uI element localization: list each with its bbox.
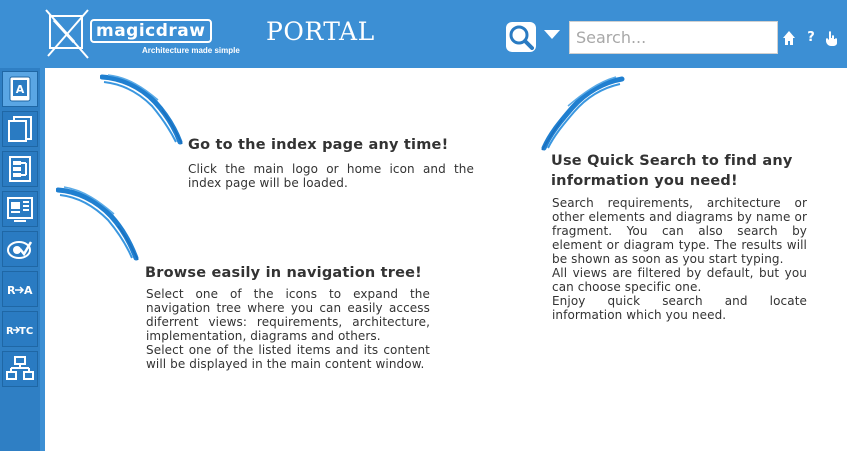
sidebar-item-others[interactable] bbox=[2, 231, 38, 267]
hint-nav-body: Select one of the icons to expand the na… bbox=[146, 287, 430, 371]
hint-search-text-2: All views are filtered by default, but y… bbox=[552, 266, 807, 294]
logo[interactable]: magicdraw Architecture made simple bbox=[44, 6, 244, 64]
hint-index-body: Click the main logo or home icon and the… bbox=[188, 162, 474, 190]
sidebar-item-requirements[interactable] bbox=[2, 111, 38, 147]
arrow-to-logo-icon bbox=[100, 74, 183, 145]
sidebar-item-req-testcase[interactable]: R TC bbox=[2, 311, 38, 347]
document-icon bbox=[8, 116, 32, 142]
r-arrow-a-icon: R A bbox=[7, 284, 33, 297]
architecture-icon bbox=[9, 156, 31, 182]
top-bar: magicdraw Architecture made simple PORTA… bbox=[0, 0, 847, 68]
logo-text: magicdraw bbox=[90, 19, 212, 43]
hint-search-text-3: Enjoy quick search and locate informatio… bbox=[552, 294, 807, 322]
hint-index-title: Go to the index page any time! bbox=[188, 137, 449, 153]
arrow-to-search-icon bbox=[541, 76, 625, 151]
sidebar-item-implementation[interactable] bbox=[2, 191, 38, 227]
eye-check-icon bbox=[7, 241, 33, 259]
arrow-to-sidebar-icon bbox=[56, 186, 139, 261]
logo-mark-icon bbox=[45, 9, 89, 59]
sidebar-item-hierarchy[interactable] bbox=[2, 351, 38, 387]
hint-nav-title: Browse easily in navigation tree! bbox=[145, 265, 422, 281]
home-icon[interactable] bbox=[782, 30, 796, 46]
portal-title: PORTAL bbox=[266, 17, 375, 46]
sidebar-item-req-architecture[interactable]: R A bbox=[2, 271, 38, 307]
hint-search-body: Search requirements, architecture or oth… bbox=[552, 196, 807, 322]
implementation-icon bbox=[7, 197, 33, 222]
hint-search-text-1: Search requirements, architecture or oth… bbox=[552, 196, 807, 266]
hint-index-text: Click the main logo or home icon and the… bbox=[188, 162, 474, 190]
settings-icon[interactable] bbox=[824, 30, 838, 46]
hint-search-title: Use Quick Search to find any information… bbox=[551, 153, 793, 189]
hierarchy-icon bbox=[6, 356, 34, 380]
navigation-sidebar-strip: A R A R TC bbox=[0, 68, 40, 451]
svg-text:A: A bbox=[16, 83, 25, 96]
svg-text:R: R bbox=[6, 326, 14, 337]
sidebar-item-architecture[interactable] bbox=[2, 151, 38, 187]
svg-text:A: A bbox=[24, 284, 33, 297]
search-input[interactable] bbox=[569, 21, 778, 54]
r-arrow-tc-icon: R TC bbox=[6, 326, 33, 337]
logo-tagline: Architecture made simple bbox=[142, 46, 240, 55]
hint-nav-text-2: Select one of the listed items and its c… bbox=[146, 343, 430, 371]
svg-text:TC: TC bbox=[19, 326, 33, 337]
index-icon: A bbox=[9, 76, 31, 102]
svg-text:R: R bbox=[7, 284, 16, 297]
help-icon[interactable]: ? bbox=[804, 30, 818, 46]
search-filter-dropdown[interactable] bbox=[544, 30, 560, 39]
hint-nav-text-1: Select one of the icons to expand the na… bbox=[146, 287, 430, 343]
sidebar-item-index[interactable]: A bbox=[2, 71, 38, 107]
search-button[interactable] bbox=[506, 22, 536, 52]
navigation-sidebar: A R A R TC bbox=[0, 68, 45, 451]
search-icon bbox=[509, 25, 534, 50]
